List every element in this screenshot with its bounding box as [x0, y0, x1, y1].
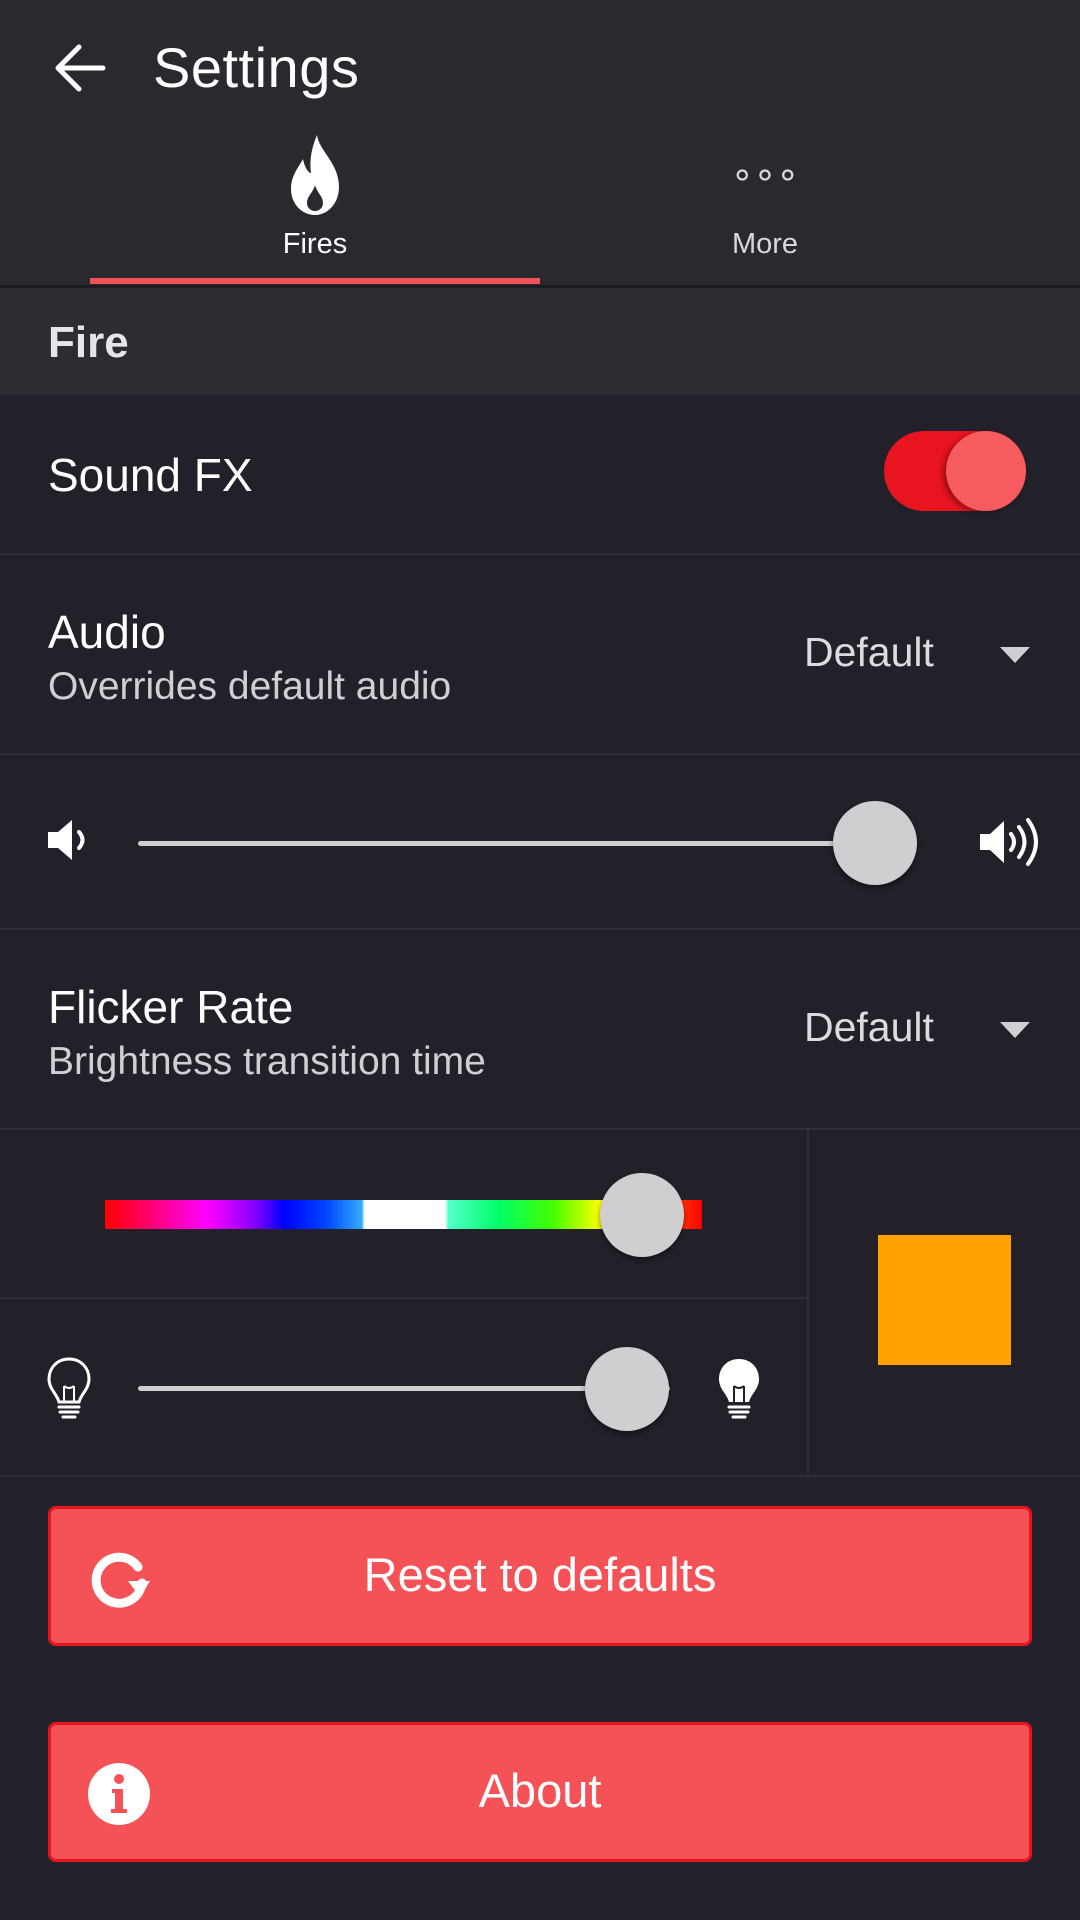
- about-button[interactable]: About: [48, 1722, 1032, 1862]
- audio-dropdown-value: Default: [804, 629, 934, 675]
- brightness-slider-thumb[interactable]: [585, 1347, 670, 1431]
- bulb-filled-icon: [719, 1359, 759, 1419]
- audio-subtitle: Overrides default audio: [48, 665, 452, 708]
- flicker-rate-dropdown-value: Default: [804, 1004, 934, 1050]
- flicker-rate-dropdown[interactable]: Default: [790, 996, 1050, 1066]
- tab-indicator: [90, 278, 540, 284]
- hue-slider-thumb[interactable]: [600, 1173, 685, 1257]
- sound-fx-toggle[interactable]: [884, 431, 1026, 511]
- volume-row: [0, 755, 1080, 930]
- tab-more-label: More: [731, 228, 799, 260]
- reset-defaults-button[interactable]: Reset to defaults: [48, 1506, 1032, 1646]
- volume-low-icon: [48, 820, 85, 860]
- flicker-rate-label: Flicker Rate: [48, 981, 294, 1033]
- sound-fx-row: Sound FX: [0, 395, 1080, 555]
- sound-fx-label: Sound FX: [48, 449, 253, 501]
- volume-high-icon: [980, 818, 1038, 866]
- tab-more[interactable]: More: [540, 130, 990, 285]
- flame-icon: [285, 130, 345, 220]
- toggle-knob: [946, 431, 1026, 511]
- section-title: Fire: [48, 318, 129, 367]
- swatch-divider: [807, 1130, 809, 1475]
- audio-dropdown[interactable]: Default: [790, 621, 1050, 691]
- more-horizontal-icon: [735, 130, 795, 220]
- arrow-left-icon: [55, 44, 106, 92]
- color-divider: [0, 1297, 807, 1299]
- controls-divider: [0, 1475, 1080, 1477]
- volume-slider-thumb[interactable]: [833, 801, 918, 885]
- reset-defaults-label: Reset to defaults: [363, 1548, 717, 1601]
- color-swatch[interactable]: [878, 1235, 1011, 1365]
- bulb-outline-icon: [47, 1357, 91, 1419]
- about-label: About: [478, 1764, 602, 1817]
- tab-fires[interactable]: Fires: [90, 130, 540, 285]
- volume-slider-track[interactable]: [138, 841, 898, 846]
- audio-row: Audio Overrides default audio Default: [0, 555, 1080, 755]
- caret-down-icon: [1000, 647, 1030, 663]
- flicker-rate-row: Flicker Rate Brightness transition time …: [0, 930, 1080, 1130]
- flicker-rate-subtitle: Brightness transition time: [48, 1040, 486, 1083]
- caret-down-icon: [1000, 1022, 1030, 1038]
- page-title: Settings: [153, 36, 360, 99]
- section-header: Fire: [0, 285, 1080, 395]
- app-bar: Settings Fires More: [0, 0, 1080, 285]
- back-button[interactable]: [40, 28, 120, 108]
- tab-fires-label: Fires: [282, 228, 348, 260]
- audio-label: Audio: [48, 606, 166, 658]
